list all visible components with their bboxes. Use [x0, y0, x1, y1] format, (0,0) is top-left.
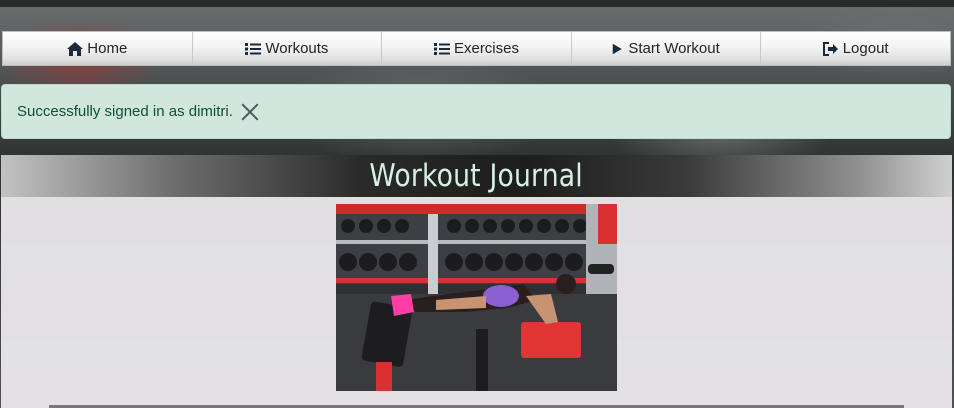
nav-home-label: Home — [87, 40, 128, 57]
logout-icon — [822, 41, 838, 56]
nav-home[interactable]: Home — [3, 32, 193, 65]
nav-logout-label: Logout — [842, 40, 889, 57]
nav-workouts[interactable]: Workouts — [193, 32, 383, 65]
top-bar — [0, 0, 954, 7]
nav-exercises-label: Exercises — [453, 40, 519, 57]
success-alert: Successfully signed in as dimitri. — [1, 84, 951, 139]
gym-workout-photo — [336, 204, 617, 391]
play-icon — [613, 43, 623, 54]
list-icon — [433, 42, 450, 55]
alert-message: Successfully signed in as dimitri. — [17, 103, 233, 120]
page-title: Workout Journal — [369, 158, 584, 194]
home-icon — [67, 41, 84, 56]
nav-logout[interactable]: Logout — [761, 32, 950, 65]
nav-start-workout[interactable]: Start Workout — [572, 32, 762, 65]
title-banner: Workout Journal — [1, 155, 952, 197]
main-navbar: Home Workouts Exercises Start Workout Lo… — [2, 31, 951, 66]
main-content: Workout Journal — [1, 155, 952, 408]
nav-start-workout-label: Start Workout — [628, 40, 720, 57]
close-icon[interactable] — [241, 103, 259, 121]
list-icon — [245, 42, 262, 55]
nav-workouts-label: Workouts — [265, 40, 329, 57]
nav-exercises[interactable]: Exercises — [382, 32, 572, 65]
